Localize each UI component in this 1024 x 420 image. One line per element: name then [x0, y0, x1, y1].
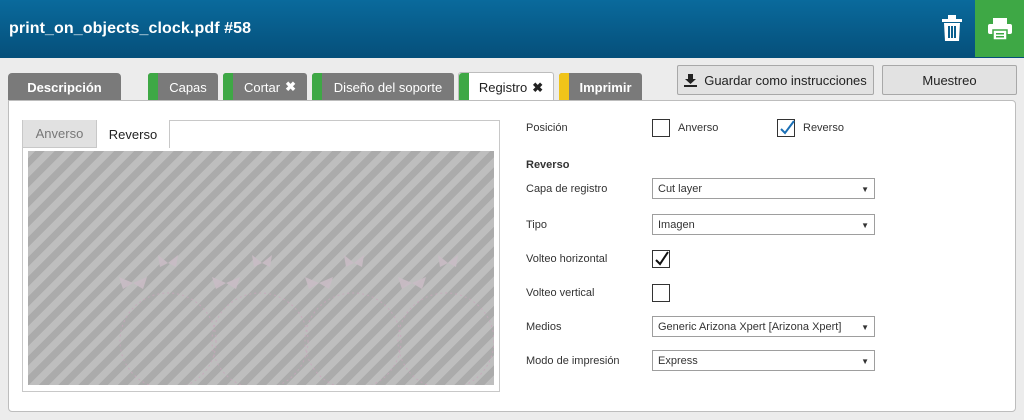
media-label: Medios: [526, 321, 562, 333]
preview-tab-label: Reverso: [108, 126, 158, 142]
registration-layer-label: Capa de registro: [526, 183, 608, 195]
tab-label: Capas: [169, 79, 207, 95]
check-icon: [780, 120, 795, 135]
status-stripe: [148, 73, 158, 101]
printer-icon: [987, 17, 1012, 40]
type-select[interactable]: Imagen ▼: [652, 214, 875, 235]
dropdown-arrow-icon: ▼: [861, 323, 869, 332]
status-stripe: [459, 73, 469, 101]
dropdown-arrow-icon: ▼: [861, 185, 869, 194]
document-title: print_on_objects_clock.pdf #58: [9, 20, 252, 37]
delete-button[interactable]: [934, 8, 970, 48]
status-stripe: [223, 73, 233, 101]
app-header: print_on_objects_clock.pdf #58: [0, 0, 1024, 58]
select-value: Cut layer: [658, 182, 703, 195]
tab-label: Diseño del soporte: [333, 79, 443, 95]
tab-imprimir[interactable]: Imprimir: [559, 73, 642, 101]
save-as-instructions-button[interactable]: Guardar como instrucciones: [677, 65, 874, 95]
close-icon[interactable]: ✖: [532, 80, 543, 96]
status-stripe: [312, 73, 322, 101]
dropdown-arrow-icon: ▼: [861, 221, 869, 230]
flip-vertical-checkbox[interactable]: [652, 284, 670, 302]
front-option-label: Anverso: [678, 122, 719, 134]
flip-vertical-label: Volteo vertical: [526, 287, 595, 299]
status-stripe: [559, 73, 569, 101]
close-icon[interactable]: ✖: [285, 79, 296, 95]
sample-button[interactable]: Muestreo: [882, 65, 1017, 95]
registration-layer-select[interactable]: Cut layer ▼: [652, 178, 875, 199]
print-mode-select[interactable]: Express ▼: [652, 350, 875, 371]
preview-tab-front[interactable]: Anverso: [23, 120, 97, 148]
tab-label: Descripción: [27, 79, 102, 95]
trash-icon: [942, 15, 962, 41]
position-label: Posición: [526, 122, 568, 134]
front-checkbox[interactable]: [652, 119, 670, 137]
tab-label: Registro: [478, 80, 528, 95]
back-checkbox[interactable]: [777, 119, 795, 137]
print-mode-label: Modo de impresión: [526, 355, 620, 367]
tab-capas[interactable]: Capas: [148, 73, 218, 101]
select-value: Imagen: [658, 218, 695, 231]
select-value: Express: [658, 354, 698, 367]
check-icon: [655, 251, 669, 266]
back-option-label: Reverso: [803, 122, 844, 134]
media-select[interactable]: Generic Arizona Xpert [Arizona Xpert] ▼: [652, 316, 875, 337]
tab-cortar[interactable]: Cortar ✖: [223, 73, 307, 101]
flip-horizontal-label: Volteo horizontal: [526, 253, 608, 265]
type-label: Tipo: [526, 219, 547, 231]
tab-diseno-soporte[interactable]: Diseño del soporte: [312, 73, 454, 101]
tab-descripcion[interactable]: Descripción: [8, 73, 121, 101]
dropdown-arrow-icon: ▼: [861, 357, 869, 366]
butterfly-artwork: [119, 255, 494, 385]
download-icon: [684, 73, 698, 87]
section-title: Reverso: [526, 159, 570, 171]
preview-image: [28, 151, 494, 385]
print-button[interactable]: [975, 0, 1024, 57]
preview-tab-back[interactable]: Reverso: [97, 120, 170, 148]
tab-registro[interactable]: Registro ✖: [458, 72, 554, 102]
select-value: Generic Arizona Xpert [Arizona Xpert]: [658, 320, 842, 333]
preview-tab-label: Anverso: [35, 126, 84, 141]
flip-horizontal-checkbox[interactable]: [652, 250, 670, 268]
save-button-label: Guardar como instrucciones: [704, 72, 867, 88]
tab-label: Imprimir: [579, 79, 632, 95]
sample-button-label: Muestreo: [922, 72, 977, 88]
tab-label: Cortar: [243, 79, 281, 95]
